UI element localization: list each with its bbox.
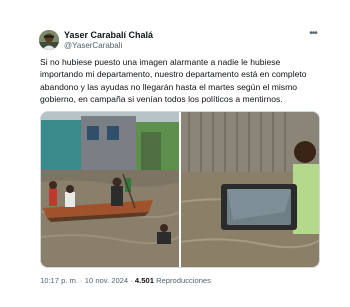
more-horizontal-icon: ••• [309,28,317,39]
more-options-button[interactable]: ••• [306,29,320,39]
avatar[interactable] [39,30,59,50]
views-count: 4.501 [134,276,154,285]
media-image-man-with-tv[interactable] [181,112,319,267]
media-image-flooded-street[interactable] [41,112,179,267]
tweet-time[interactable]: 10:17 p. m. [40,276,78,285]
author-handle[interactable]: @YaserCarabali [64,41,122,51]
tweet-card[interactable]: Yaser Carabalí Chalá @YaserCarabali ••• … [0,0,350,307]
tweet-text: Si no hubiese puesto una imagen alarmant… [40,57,307,104]
views-label: Reproducciones [156,276,211,285]
tweet-media[interactable] [40,111,320,268]
tweet-meta: 10:17 p. m. · 10 nov. 2024 · 4.501 Repro… [40,276,211,286]
meta-separator: · [80,276,83,285]
author-name[interactable]: Yaser Carabalí Chalá [64,30,153,40]
meta-separator: · [130,276,133,285]
tweet-date[interactable]: 10 nov. 2024 [85,276,128,285]
